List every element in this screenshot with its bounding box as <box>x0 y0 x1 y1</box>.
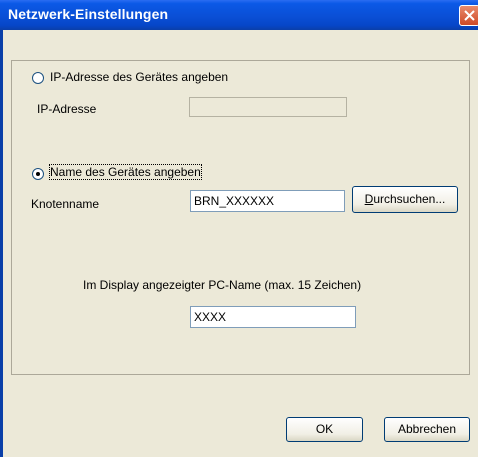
close-button[interactable] <box>459 5 478 26</box>
browse-button-label: urchsuchen... <box>373 192 446 206</box>
node-name-label: Knotenname <box>31 197 100 211</box>
title-bar: Netzwerk-Einstellungen <box>0 0 478 30</box>
cancel-button[interactable]: Abbrechen <box>384 417 470 442</box>
network-settings-dialog: Netzwerk-Einstellungen IP-Adresse des Ge… <box>0 0 478 457</box>
ip-address-label: IP-Adresse <box>37 102 97 116</box>
ok-button[interactable]: OK <box>286 417 363 442</box>
window-frame-left <box>0 30 3 457</box>
browse-button[interactable]: Durchsuchen... <box>352 186 458 213</box>
ip-address-radio[interactable] <box>32 72 44 84</box>
ip-address-radio-label[interactable]: IP-Adresse des Gerätes angeben <box>50 70 228 84</box>
device-name-radio[interactable] <box>32 168 44 180</box>
ip-address-field[interactable] <box>189 97 347 117</box>
device-name-radio-label[interactable]: Name des Gerätes angeben <box>49 164 202 180</box>
close-icon <box>464 10 475 21</box>
window-title: Netzwerk-Einstellungen <box>8 6 169 22</box>
node-name-field[interactable] <box>190 190 345 212</box>
browse-button-accesskey: D <box>364 192 374 206</box>
radio-selected-dot <box>36 172 40 176</box>
display-name-label: Im Display angezeigter PC-Name (max. 15 … <box>83 278 362 292</box>
display-name-field[interactable] <box>190 306 356 328</box>
